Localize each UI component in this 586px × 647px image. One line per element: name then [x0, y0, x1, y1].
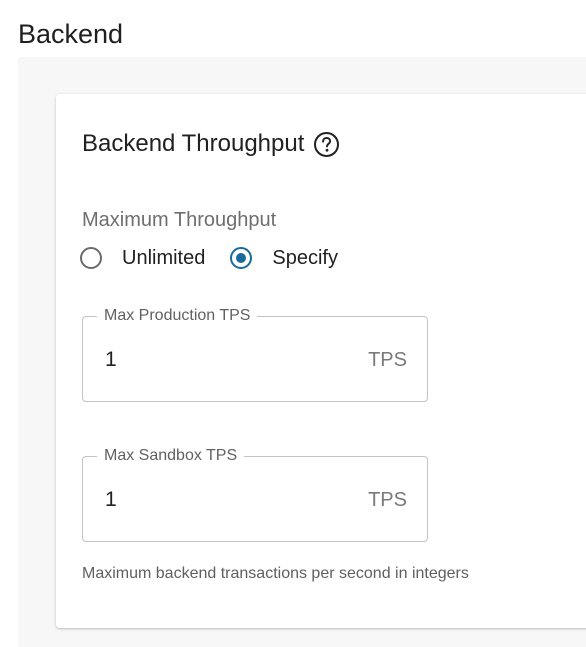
help-circle-icon[interactable]: [313, 131, 340, 158]
card-title: Backend Throughput: [82, 130, 305, 157]
radio-unlimited[interactable]: [80, 247, 102, 269]
maximum-throughput-label: Maximum Throughput: [82, 209, 277, 231]
max-sandbox-tps-field[interactable]: Max Sandbox TPS TPS: [82, 446, 428, 542]
radio-specify-label: Specify: [272, 247, 338, 269]
production-tps-unit: TPS: [368, 349, 407, 371]
throughput-radio-group: Unlimited Specify: [80, 244, 338, 272]
card-header: Backend Throughput: [82, 128, 340, 160]
max-sandbox-tps-label: Max Sandbox TPS: [97, 446, 245, 466]
backend-throughput-card: Backend Throughput Maximum Throughput Un…: [56, 94, 586, 628]
radio-specify[interactable]: [230, 247, 253, 269]
max-production-tps-label: Max Production TPS: [97, 306, 258, 326]
sandbox-tps-unit: TPS: [368, 489, 407, 511]
max-production-tps-input[interactable]: [105, 346, 325, 374]
radio-option-specify[interactable]: Specify: [230, 244, 338, 272]
radio-option-unlimited[interactable]: Unlimited: [80, 244, 205, 272]
throughput-helper-text: Maximum backend transactions per second …: [82, 565, 469, 582]
radio-unlimited-label: Unlimited: [122, 247, 206, 269]
section-title: Backend: [18, 19, 124, 49]
max-sandbox-tps-input[interactable]: [105, 486, 325, 514]
max-production-tps-field[interactable]: Max Production TPS TPS: [82, 306, 428, 402]
